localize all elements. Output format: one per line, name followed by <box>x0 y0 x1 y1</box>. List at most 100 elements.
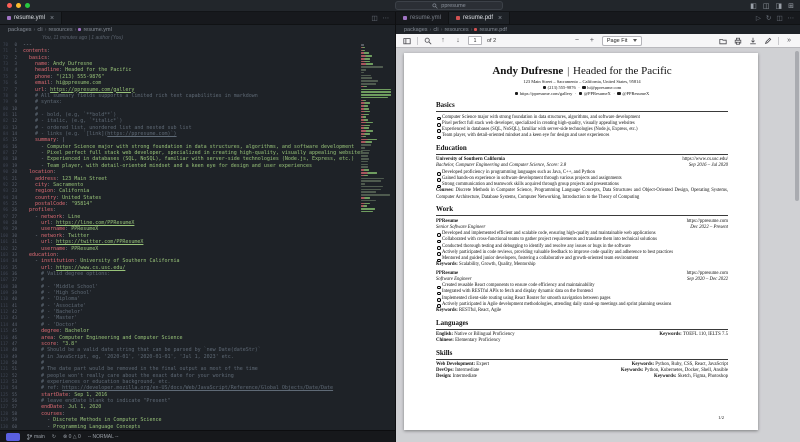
breadcrumb-item[interactable]: packages <box>8 27 32 33</box>
chevron-down-icon <box>633 39 637 42</box>
breadcrumb-item[interactable]: cli <box>433 27 438 33</box>
bullet-item: Strong communication and teamwork skills… <box>436 182 728 188</box>
customize-layout-icon[interactable]: ⊞ <box>788 2 794 10</box>
line-handle[interactable]: @PPResumeX <box>584 91 611 96</box>
yaml-file-icon <box>7 16 11 20</box>
breadcrumb-separator: › <box>45 27 47 33</box>
vim-mode-indicator: -- NORMAL -- <box>88 434 119 440</box>
breadcrumb-item[interactable]: resume.pdf <box>479 27 507 33</box>
twitter-icon <box>617 92 621 96</box>
command-center[interactable]: ppresume <box>395 1 503 10</box>
tab-close-icon[interactable]: × <box>50 15 54 22</box>
more-tools-button[interactable]: » <box>784 36 794 46</box>
maximize-window-button[interactable] <box>25 3 30 8</box>
sync-item[interactable]: ↻ <box>52 434 56 440</box>
email-address[interactable]: hi@ppresume.com <box>587 85 621 90</box>
bullet-item: Team player, with detail-oriented mindse… <box>436 133 728 139</box>
phone-number: (213) 555-9876 <box>548 85 576 90</box>
yaml-file-icon <box>78 28 81 31</box>
pdf-toolbar: ↑ ↓ 1 of 2 − + Page Fit <box>396 34 800 48</box>
git-branch-item[interactable]: main <box>27 434 45 440</box>
toggle-panel-icon[interactable]: ◫ <box>763 2 770 10</box>
toolbar-separator <box>778 37 779 45</box>
sidebar-toggle-button[interactable] <box>402 36 412 46</box>
yaml-file-icon <box>403 16 407 20</box>
zoom-select[interactable]: Page Fit <box>602 36 642 46</box>
code-content[interactable]: ---contents: basics: name: Andy Dufresne… <box>20 42 395 430</box>
search-icon <box>424 37 432 45</box>
branch-name: main <box>34 434 45 440</box>
tab-resume-yml[interactable]: resume.yml × <box>0 12 62 24</box>
section-heading: Skills <box>436 349 728 360</box>
bullet-item: Mentored and guided junior developers, f… <box>436 256 728 262</box>
skill-level: Intermediate <box>453 374 477 379</box>
scrollbar-thumb[interactable] <box>795 51 799 201</box>
language-level: Elementary Proficiency <box>455 338 500 343</box>
split-editor-icon[interactable]: ◫ <box>371 14 377 22</box>
open-file-button[interactable] <box>718 36 728 46</box>
history-icon[interactable]: ↻ <box>766 14 771 22</box>
code-editor[interactable]: 7007117227337447557667777887998010811182… <box>0 42 395 430</box>
breadcrumb-item[interactable]: resources <box>444 27 468 33</box>
zoom-in-button[interactable]: + <box>587 36 597 46</box>
more-actions-icon[interactable]: ⋯ <box>383 14 390 22</box>
split-editor-icon[interactable]: ◫ <box>776 14 782 22</box>
breadcrumb-separator: › <box>471 27 473 33</box>
skill-name: DevOps: <box>436 368 454 373</box>
page-number-input[interactable]: 1 <box>468 36 482 45</box>
next-page-button[interactable]: ↓ <box>453 36 463 46</box>
keywords-label: Keywords: <box>621 368 643 373</box>
save-button[interactable] <box>748 36 758 46</box>
pdf-viewer[interactable]: Andy Dufresne | Headed for the Pacific 1… <box>396 48 800 442</box>
close-window-button[interactable] <box>7 3 12 8</box>
twitter-handle[interactable]: @PPResumeX <box>622 91 649 96</box>
pdf-file-icon <box>474 28 477 31</box>
section-skills: Skills Web Development: Expert Keywords:… <box>436 349 728 381</box>
keywords-label: Keywords: <box>632 362 654 367</box>
keywords-text: Scalability, Growth, Quality, Mentorship <box>459 262 535 267</box>
toolbar-separator <box>417 37 418 45</box>
editor-group-left: resume.yml × ◫ ⋯ packages › cli › resour… <box>0 12 396 442</box>
language-row: Chinese: Elementary Proficiency <box>436 338 728 344</box>
link-icon <box>515 92 519 96</box>
minimap[interactable] <box>361 42 393 214</box>
breadcrumb-item[interactable]: packages <box>404 27 428 33</box>
more-actions-icon[interactable]: ⋯ <box>788 14 795 22</box>
draw-button[interactable] <box>763 36 773 46</box>
breadcrumb-item[interactable]: cli <box>37 27 42 33</box>
find-button[interactable] <box>423 36 433 46</box>
remote-indicator[interactable] <box>6 433 20 441</box>
print-button[interactable] <box>733 36 743 46</box>
minimize-window-button[interactable] <box>16 3 21 8</box>
section-heading: Work <box>436 205 728 216</box>
resume-header: Andy Dufresne | Headed for the Pacific <box>436 65 728 78</box>
breadcrumb-separator: › <box>430 27 432 33</box>
tab-resume-pdf[interactable]: resume.pdf × <box>449 12 510 24</box>
zoom-out-button[interactable]: − <box>572 36 582 46</box>
command-center-label: ppresume <box>441 3 465 9</box>
previous-page-button[interactable]: ↑ <box>438 36 448 46</box>
breadcrumb-item[interactable]: resume.yml <box>83 27 111 33</box>
section-heading: Basics <box>436 101 728 112</box>
bullet-list: Developed proficiency in programming lan… <box>436 170 728 189</box>
run-icon[interactable]: ▷ <box>756 14 761 22</box>
tab-close-icon[interactable]: × <box>498 15 502 22</box>
download-icon <box>749 37 757 45</box>
section-education: Education University of Southern Califor… <box>436 144 728 201</box>
pdf-page: Andy Dufresne | Headed for the Pacific 1… <box>404 53 758 430</box>
name-separator: | <box>566 65 570 77</box>
links-line: https://ppresume.com/gallery·@PPResumeX·… <box>436 91 728 97</box>
problems-indicator[interactable]: ⊗ 0 △ 0 <box>63 434 81 440</box>
bullet-list: Computer Science major with strong found… <box>436 115 728 140</box>
breadcrumb-item[interactable]: resources <box>48 27 72 33</box>
keywords-text: RESTful, React, Agile <box>459 308 501 313</box>
section-work: Work PPResume https://ppresume.com Senio… <box>436 205 728 315</box>
website-url[interactable]: https://ppresume.com/gallery <box>520 91 573 96</box>
language-name: Chinese: <box>436 338 454 343</box>
bullet-list: Developed and implemented efficient and … <box>436 231 728 262</box>
toggle-sidebar-icon[interactable]: ◧ <box>750 2 757 10</box>
tab-label: resume.yml <box>14 15 45 21</box>
toggle-secondary-sidebar-icon[interactable]: ◨ <box>776 2 783 10</box>
keywords-text: Sketch, Figma, Photoshop <box>678 374 728 379</box>
tab-resume-yml-right[interactable]: resume.yml <box>396 12 449 24</box>
